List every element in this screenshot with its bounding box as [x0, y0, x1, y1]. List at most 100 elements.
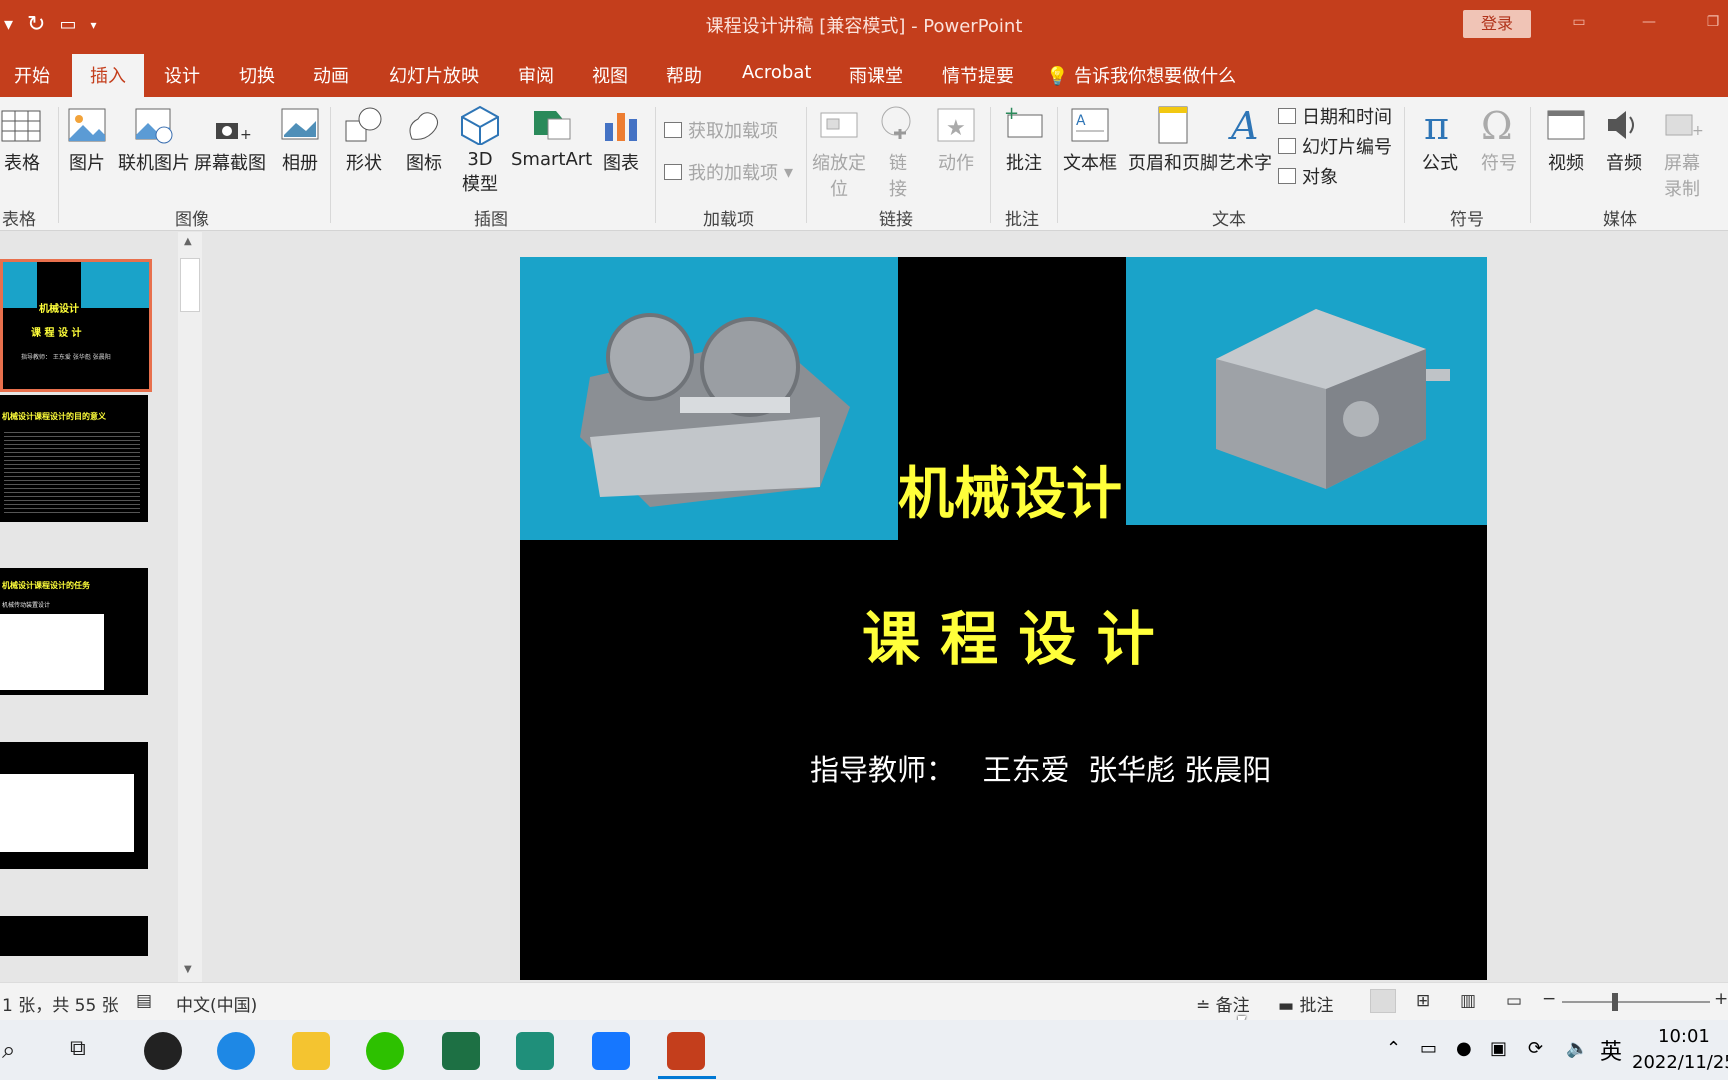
chart-button[interactable]: 图表 [599, 105, 643, 175]
powerpoint-icon[interactable] [667, 1032, 705, 1070]
icons-icon [409, 112, 438, 140]
notes-button[interactable]: ≐ 备注 [1196, 991, 1250, 1016]
slide-thumbnail-2[interactable]: 机械设计课程设计的目的意义 [0, 395, 148, 522]
link-label-1: 链 [889, 153, 907, 174]
table-button[interactable]: 表格 [0, 105, 44, 175]
slide-thumbnail-5[interactable] [0, 916, 148, 956]
tab-help[interactable]: 帮助 [666, 62, 702, 88]
addin-icon [664, 164, 682, 180]
scroll-thumb[interactable] [180, 258, 200, 312]
audio-button[interactable]: 音频 [1602, 105, 1646, 175]
equation-button[interactable]: π 公式 [1418, 105, 1462, 175]
picture-button[interactable]: 图片 [65, 105, 109, 175]
autocad-icon[interactable] [516, 1032, 554, 1070]
lightbulb-icon: 💡 [1046, 66, 1069, 87]
ribbon-display-icon[interactable]: ▭ [1568, 14, 1590, 32]
tab-review[interactable]: 审阅 [518, 62, 554, 88]
gearbox-open-image [580, 313, 850, 507]
tab-animations[interactable]: 动画 [313, 62, 349, 88]
tencent-meeting-icon[interactable] [592, 1032, 630, 1070]
normal-view-icon[interactable] [1370, 989, 1396, 1013]
gearbox-photo-right[interactable] [1126, 257, 1487, 525]
textbox-button[interactable]: A 文本框 [1063, 105, 1117, 175]
screen-recording-button[interactable]: + 屏幕 录制 [1660, 105, 1704, 201]
header-footer-button[interactable]: 页眉和页脚 [1128, 105, 1218, 175]
zoom-out-icon[interactable]: − [1542, 989, 1556, 1009]
reading-view-icon[interactable]: ▥ [1460, 991, 1476, 1011]
search-icon[interactable]: ⌕ [2, 1036, 15, 1064]
scroll-up-icon[interactable]: ▲ [184, 236, 192, 247]
slide-thumbnail-4[interactable] [0, 742, 148, 869]
slide-thumbnail-1[interactable]: 机械设计 课 程 设 计 指导教师： 王东爱 张华彪 张晨阳 [0, 259, 152, 392]
login-button[interactable]: 登录 [1463, 10, 1531, 38]
link-button[interactable]: 链 接 [876, 105, 920, 201]
tab-insert[interactable]: 插入 [72, 54, 144, 97]
datetime-label: 日期和时间 [1302, 107, 1392, 128]
accessibility-icon[interactable]: ▤ [136, 991, 152, 1011]
online-picture-button[interactable]: 联机图片 [118, 105, 190, 175]
video-button[interactable]: 视频 [1544, 105, 1588, 175]
file-explorer-icon[interactable] [292, 1032, 330, 1070]
clock-date[interactable]: 2022/11/25 [1632, 1052, 1728, 1073]
zoom-slider-thumb[interactable] [1612, 993, 1618, 1011]
zoom-button[interactable]: 缩放定 位 [812, 105, 866, 201]
qq-icon[interactable] [144, 1032, 182, 1070]
microphone-icon[interactable]: ● [1456, 1038, 1472, 1059]
task-view-icon[interactable]: ⧉ [70, 1036, 86, 1061]
album-button[interactable]: 相册 [278, 105, 322, 175]
object-button[interactable]: 对象 [1278, 163, 1338, 189]
comment-icon: ▬ [1278, 996, 1300, 1016]
thumbnail-scrollbar[interactable]: ▲ ▼ [178, 232, 202, 984]
action-button[interactable]: ★ 动作 [934, 105, 978, 175]
tell-me-box[interactable]: 💡 告诉我你想要做什么 [1046, 62, 1236, 88]
slide-subtitle[interactable]: 课 程 设 计 [862, 592, 1155, 676]
maximize-icon[interactable]: ❐ [1702, 14, 1724, 32]
tab-design[interactable]: 设计 [164, 62, 200, 88]
slide-advisor[interactable]: 指导教师： 王东爱 张华彪 张晨阳 [810, 747, 1271, 789]
slide-sorter-icon[interactable]: ⊞ [1416, 991, 1430, 1011]
slideshow-icon[interactable]: ▭ [1506, 991, 1522, 1011]
clock-time[interactable]: 10:01 [1658, 1026, 1710, 1047]
my-addins-button[interactable]: 我的加载项 ▾ [664, 159, 793, 185]
wechat-icon[interactable] [366, 1032, 404, 1070]
slide-title[interactable]: 机械设计 [898, 449, 1122, 530]
screenshot-button[interactable]: + 屏幕截图 [194, 105, 266, 175]
comments-button[interactable]: ▬ 批注 [1278, 991, 1333, 1016]
tab-view[interactable]: 视图 [592, 62, 628, 88]
scroll-down-icon[interactable]: ▼ [184, 964, 192, 975]
equation-label: 公式 [1422, 153, 1458, 174]
sync-icon[interactable]: ⟳ [1528, 1038, 1543, 1059]
datetime-button[interactable]: 日期和时间 [1278, 103, 1392, 129]
zoom-slider[interactable] [1562, 993, 1710, 1011]
volume-icon[interactable]: 🔈 [1566, 1038, 1588, 1059]
excel-icon[interactable] [442, 1032, 480, 1070]
battery-icon[interactable]: ▭ [1420, 1038, 1437, 1059]
tab-slideshow[interactable]: 幻灯片放映 [389, 62, 479, 88]
get-addins-button[interactable]: 获取加载项 [664, 117, 778, 143]
shapes-button[interactable]: 形状 [342, 105, 386, 175]
gearbox-photo-left[interactable] [520, 257, 898, 540]
tab-rain-classroom[interactable]: 雨课堂 [849, 62, 903, 88]
tab-transitions[interactable]: 切换 [239, 62, 275, 88]
ime-indicator[interactable]: 英 [1600, 1034, 1622, 1066]
slide-number-button[interactable]: 幻灯片编号 [1278, 133, 1392, 159]
icons-button[interactable]: 图标 [402, 105, 446, 175]
tab-acrobat[interactable]: Acrobat [742, 62, 811, 83]
tab-storyboard[interactable]: 情节提要 [942, 62, 1014, 88]
smartart-button[interactable]: SmartArt [511, 105, 592, 170]
wordart-button[interactable]: A 艺术字 [1218, 105, 1272, 175]
language-status[interactable]: 中文(中国) [176, 991, 257, 1016]
network-icon[interactable]: ▣ [1490, 1038, 1507, 1059]
album-label: 相册 [282, 153, 318, 174]
tray-chevron-icon[interactable]: ⌃ [1386, 1038, 1401, 1059]
slide-thumbnail-3[interactable]: 机械设计课程设计的任务 机械传动装置设计 [0, 568, 148, 695]
slide-canvas[interactable]: 机械设计 课 程 设 计 指导教师： 王东爱 张华彪 张晨阳 [520, 257, 1487, 980]
comment-button[interactable]: + 批注 [1002, 105, 1046, 175]
3d-model-button[interactable]: 3D 模型 [458, 105, 502, 196]
minimize-icon[interactable]: — [1638, 14, 1660, 32]
tab-home[interactable]: 开始 [14, 62, 50, 88]
symbol-button[interactable]: Ω 符号 [1477, 105, 1521, 175]
ribbon-insert: 表格 图片 联机图片 + 屏幕截图 相册 表格 图像 形状 图标 3D 模型 S… [0, 97, 1728, 231]
edge-icon[interactable] [217, 1032, 255, 1070]
zoom-in-icon[interactable]: + [1714, 989, 1728, 1009]
